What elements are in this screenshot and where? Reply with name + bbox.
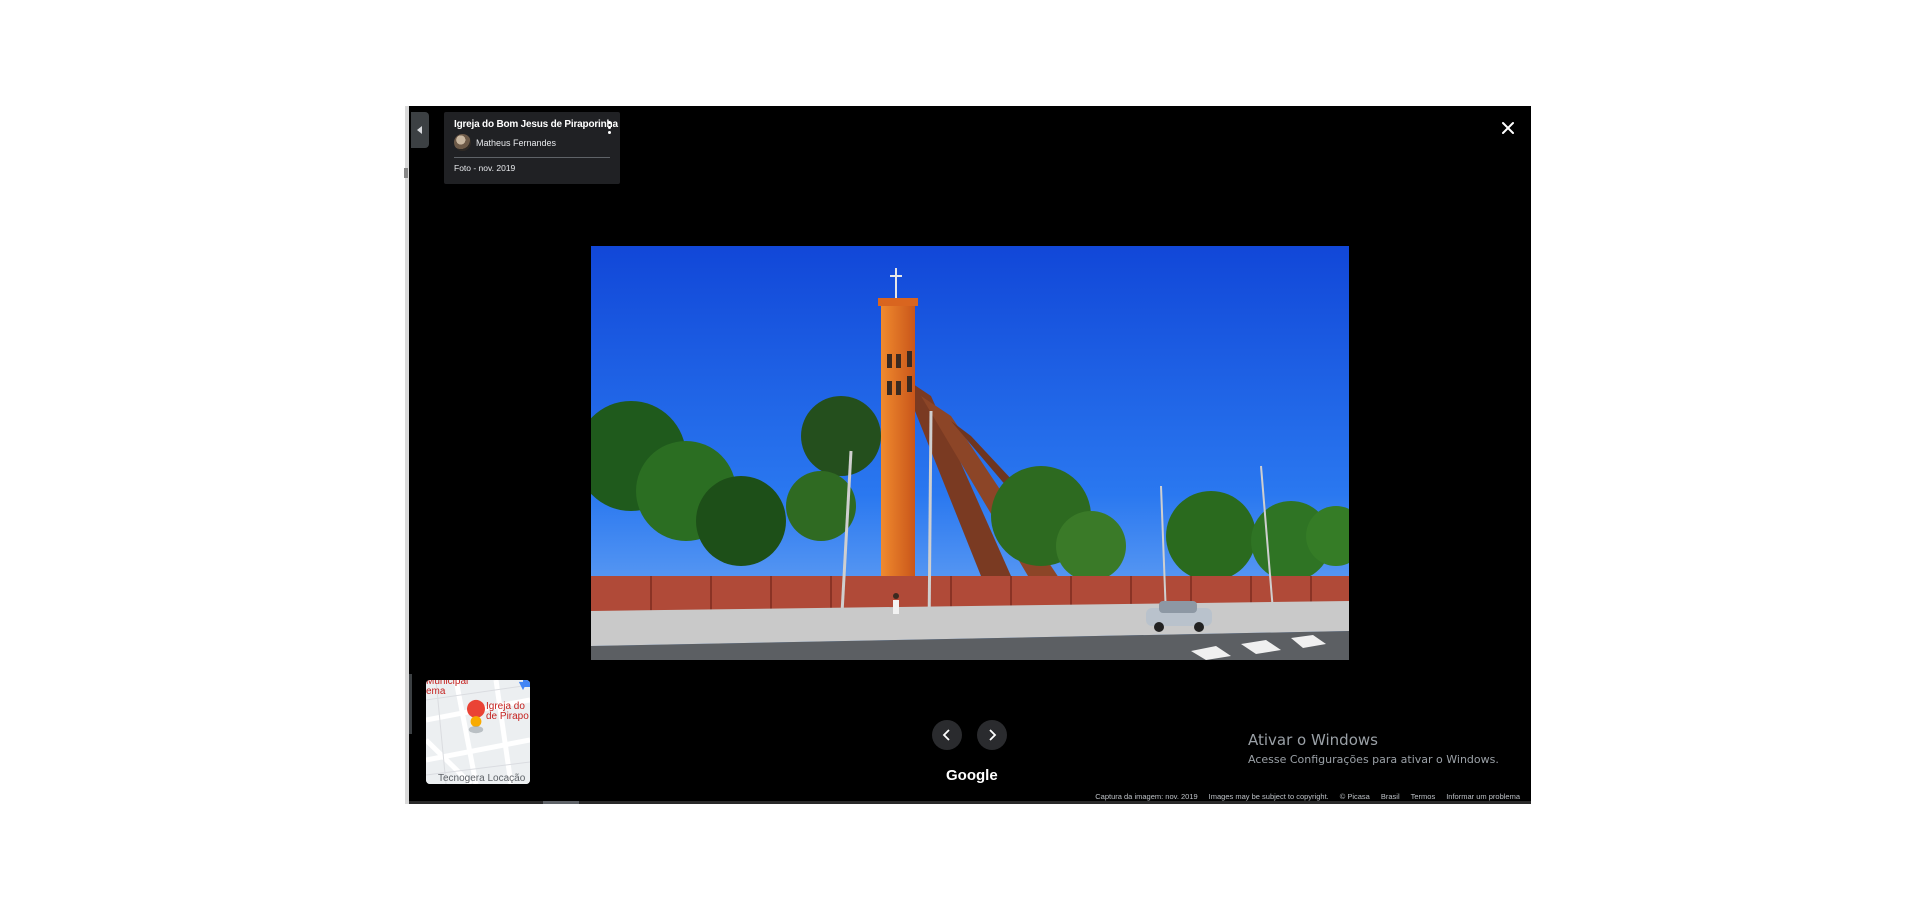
church-photo-image: [591, 246, 1349, 660]
minimap[interactable]: Municipal ema Igreja do de Pirapo Tecnoger…: [426, 680, 530, 784]
previous-photo-button[interactable]: [932, 720, 962, 750]
next-arrow-icon: [989, 729, 997, 741]
card-divider: [454, 157, 610, 158]
author-name[interactable]: Matheus Fernandes: [476, 138, 556, 148]
photo-viewer: Igreja do Bom Jesus de Piraporinha Mathe…: [409, 106, 1531, 804]
minimap-label-place: Igreja do de Pirapo: [486, 701, 529, 722]
more-vert-icon[interactable]: [608, 121, 612, 136]
left-side-bar: [409, 674, 412, 734]
place-title[interactable]: Igreja do Bom Jesus de Piraporinha: [454, 119, 618, 130]
photo-info-card: Igreja do Bom Jesus de Piraporinha Mathe…: [444, 112, 620, 184]
edge-marker: [404, 168, 408, 178]
close-icon: [1502, 122, 1514, 134]
photo-date: Foto - nov. 2019: [454, 163, 516, 173]
copyright-notice: Images may be subject to copyright.: [1208, 792, 1329, 801]
author-avatar[interactable]: [454, 134, 471, 151]
picasa-credit: © Picasa: [1339, 792, 1370, 801]
report-problem-link[interactable]: Informar um problema: [1446, 792, 1520, 801]
author-row[interactable]: Matheus Fernandes: [454, 134, 610, 151]
capture-date: Captura da imagem: nov. 2019: [1095, 792, 1198, 801]
scrollbar-thumb[interactable]: [543, 801, 579, 804]
country-link[interactable]: Brasil: [1381, 792, 1400, 801]
watermark-title: Ativar o Windows: [1248, 731, 1378, 749]
minimap-label-tecnogera: Tecnogera Locação: [438, 773, 526, 784]
windows-activation-watermark: Ativar o Windows Acesse Configurações pa…: [1248, 731, 1499, 766]
compass-icon[interactable]: [518, 681, 528, 691]
minimap-label-municipal: Municipal ema: [426, 680, 469, 697]
map-pin-icon: [467, 699, 485, 734]
watermark-subtitle: Acesse Configurações para ativar o Windo…: [1248, 753, 1499, 766]
prev-arrow-icon: [942, 729, 950, 741]
collapse-panel-button[interactable]: [411, 112, 429, 148]
footer-bar: Captura da imagem: nov. 2019 Images may …: [1095, 792, 1520, 801]
chevron-left-icon: [417, 126, 422, 134]
google-logo: Google: [946, 767, 998, 784]
next-photo-button[interactable]: [977, 720, 1007, 750]
close-button[interactable]: [1498, 118, 1518, 138]
main-photo[interactable]: [591, 246, 1349, 660]
terms-link[interactable]: Termos: [1411, 792, 1436, 801]
